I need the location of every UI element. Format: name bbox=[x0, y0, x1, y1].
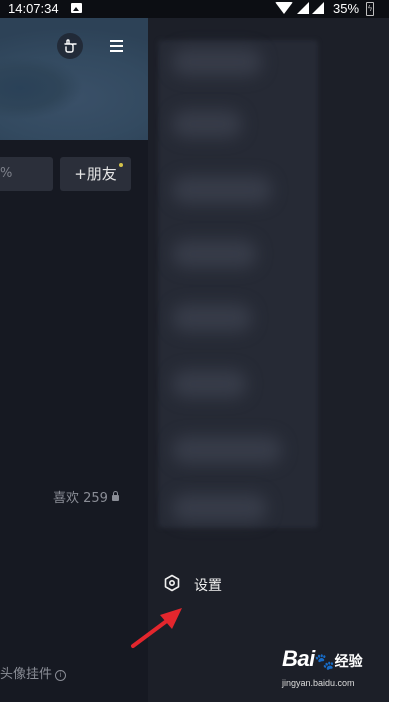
blurred-menu-item bbox=[172, 370, 247, 398]
watermark-brand: Bai bbox=[282, 646, 315, 671]
blurred-menu-item bbox=[172, 494, 267, 522]
settings-menu-item[interactable]: 设置 bbox=[160, 570, 280, 598]
info-icon: i bbox=[55, 670, 67, 681]
phone-screen: % +朋友 喜欢 259 头像挂件 i 设置 bbox=[0, 0, 389, 702]
image-notification-icon bbox=[71, 3, 82, 13]
blurred-menu-item bbox=[172, 240, 257, 268]
menu-button[interactable] bbox=[103, 33, 129, 59]
signal-icon-2 bbox=[312, 2, 324, 14]
blurred-menu-item bbox=[172, 304, 252, 332]
profile-stat-text: % bbox=[0, 166, 13, 181]
status-bar: 14:07:34 35% ϟ bbox=[0, 0, 389, 18]
battery-charging-icon: ϟ bbox=[366, 2, 374, 16]
settings-hexagon-icon bbox=[164, 574, 180, 592]
profile-stat-box[interactable]: % bbox=[0, 157, 53, 191]
hamburger-icon bbox=[109, 37, 123, 55]
blurred-menu-item bbox=[172, 110, 242, 138]
screen-edge bbox=[389, 0, 400, 702]
status-time: 14:07:34 bbox=[8, 1, 59, 16]
hand-icon bbox=[64, 39, 77, 53]
red-arrow-annotation bbox=[131, 608, 182, 648]
blurred-menu-item bbox=[172, 48, 262, 76]
battery-percent: 35% bbox=[333, 1, 360, 16]
baidu-jingyan-watermark: Bai🐾经验 jingyan.baidu.com bbox=[282, 646, 363, 688]
watermark-brand-suffix: 经验 bbox=[334, 654, 363, 670]
blurred-menu-item bbox=[172, 176, 272, 204]
hand-icon-button[interactable] bbox=[57, 33, 83, 59]
settings-label: 设置 bbox=[194, 578, 222, 594]
lock-icon bbox=[111, 491, 119, 501]
watermark-url: jingyan.baidu.com bbox=[282, 678, 355, 688]
blurred-menu-item bbox=[172, 436, 282, 464]
likes-tab[interactable]: 喜欢 259 bbox=[53, 487, 119, 506]
notification-dot bbox=[119, 163, 123, 167]
baidu-paw-icon: 🐾 bbox=[314, 652, 335, 671]
avatar-widget-label: 头像挂件 bbox=[0, 667, 53, 682]
signal-icon bbox=[297, 2, 309, 14]
likes-label: 喜欢 259 bbox=[53, 491, 108, 506]
avatar-widget-link[interactable]: 头像挂件 i bbox=[0, 663, 67, 682]
wifi-icon bbox=[275, 2, 293, 14]
